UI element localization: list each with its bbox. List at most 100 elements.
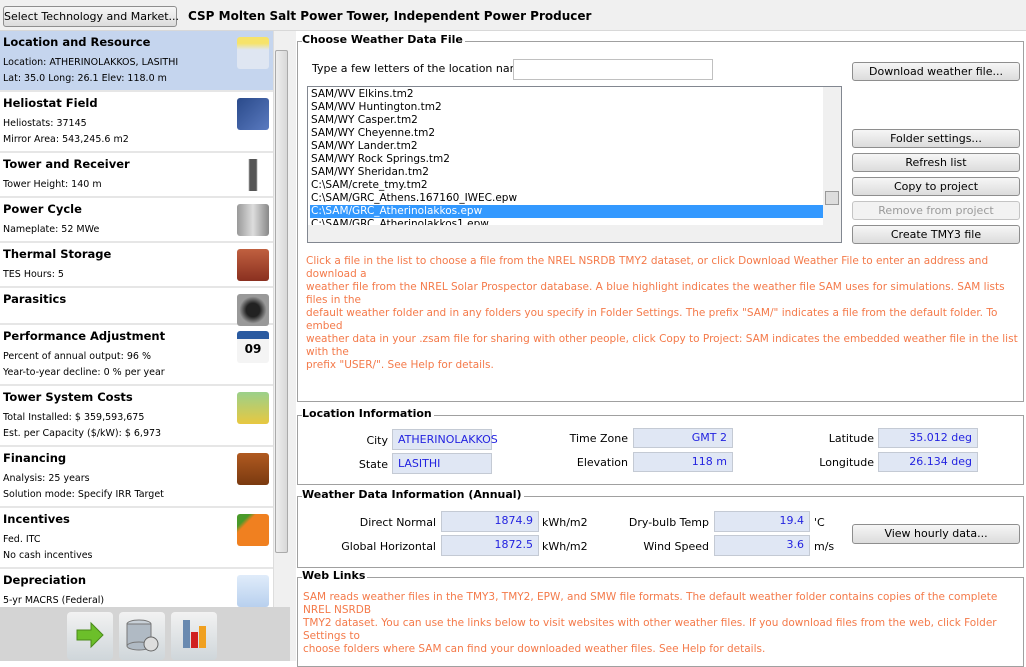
web-links-legend: Web Links (302, 569, 368, 582)
web-links-help: SAM reads weather files in the TMY3, TMY… (303, 591, 1026, 656)
run-arrow-icon (76, 621, 104, 649)
sidebar-item-title: Heliostat Field (3, 96, 98, 110)
weather-file-list: SAM/WV Elkins.tm2 SAM/WV Huntington.tm2 SA… (307, 86, 842, 243)
city-label: City (366, 434, 388, 447)
weather-file-legend: Choose Weather Data File (302, 33, 465, 46)
briefcase-icon (237, 453, 269, 485)
search-label: Type a few letters of the location name: (312, 62, 531, 75)
sidebar-item-title: Depreciation (3, 573, 87, 587)
sidebar-item-performance-adjustment[interactable]: Performance Adjustment Percent of annual … (0, 325, 273, 386)
list-item[interactable]: C:\SAM/GRC_Atherinolakkos.epw (310, 205, 823, 218)
sidebar-item-financing[interactable]: Financing Analysis: 25 years Solution mode… (0, 447, 273, 508)
sidebar-item-title: Financing (3, 451, 67, 465)
location-legend: Location Information (302, 407, 434, 420)
list-item[interactable]: SAM/WY Lander.tm2 (310, 140, 823, 153)
sidebar-item-thermal-storage[interactable]: Thermal Storage TES Hours: 5 (0, 243, 273, 288)
select-technology-button[interactable]: Select Technology and Market... (3, 6, 179, 27)
list-vertical-scrollbar[interactable] (823, 87, 841, 225)
sidebar-item-incentives[interactable]: Incentives Fed. ITC No cash incentives (0, 508, 273, 569)
remove-from-project-button[interactable]: Remove from project (852, 201, 1020, 220)
sidebar-item-detail: Fed. ITC (3, 534, 41, 545)
help-line: default weather folder and in any folder… (306, 307, 998, 332)
results-button[interactable] (171, 612, 217, 660)
run-button[interactable] (67, 612, 113, 660)
sidebar-item-detail: 5-yr MACRS (Federal) (3, 595, 105, 606)
elevation-label: Elevation (576, 456, 628, 469)
drybulb-value: 19.4 (714, 511, 810, 532)
sidebar-item-detail: TES Hours: 5 (3, 269, 64, 280)
location-group: Location Information (297, 407, 1024, 485)
help-line: weather data in your .zsam file for shar… (306, 333, 1018, 358)
tower-icon (237, 159, 269, 191)
bottom-toolbar (0, 607, 290, 661)
download-weather-file-button[interactable]: Download weather file... (852, 62, 1020, 81)
sidebar-item-tower-system-costs[interactable]: Tower System Costs Total Installed: $ 359… (0, 386, 273, 447)
sidebar-item-title: Thermal Storage (3, 247, 112, 261)
sidebar-item-tower-and-receiver[interactable]: Tower and Receiver Tower Height: 140 m (0, 153, 273, 198)
sidebar-item-detail: Nameplate: 52 MWe (3, 224, 100, 235)
location-search-input[interactable] (513, 59, 713, 80)
sidebar-item-detail: Percent of annual output: 96 % (3, 351, 151, 362)
longitude-value: 26.134 deg (878, 452, 978, 472)
copy-to-project-button[interactable]: Copy to project (852, 177, 1020, 196)
latitude-label: Latitude (828, 432, 874, 445)
direct-normal-label: Direct Normal (359, 516, 436, 529)
latitude-value: 35.012 deg (878, 428, 978, 448)
sidebar-item-title: Tower and Receiver (3, 157, 130, 171)
sidebar-item-detail: Solution mode: Specify IRR Target (3, 489, 164, 500)
sidebar-item-detail: Total Installed: $ 359,593,675 (3, 412, 145, 423)
sidebar-item-power-cycle[interactable]: Power Cycle Nameplate: 52 MWe (0, 198, 273, 243)
list-item[interactable]: C:\SAM/GRC_Athens.167160_IWEC.epw (310, 192, 823, 205)
create-tmy3-button[interactable]: Create TMY3 file (852, 225, 1020, 244)
top-bar: Select Technology and Market... CSP Molt… (0, 0, 1026, 31)
list-item[interactable]: SAM/WV Elkins.tm2 (310, 88, 823, 101)
sidebar-item-detail: Heliostats: 37145 (3, 118, 87, 129)
database-gear-icon (126, 619, 159, 652)
wind-speed-value: 3.6 (714, 535, 810, 556)
sidebar-item-detail: Tower Height: 140 m (3, 179, 102, 190)
list-item[interactable]: SAM/WY Casper.tm2 (310, 114, 823, 127)
wind-speed-label: Wind Speed (643, 540, 709, 553)
help-line: weather file from the NREL Solar Prospec… (306, 281, 1005, 306)
sidebar-scrollbar-thumb[interactable] (275, 50, 288, 553)
sidebar-item-detail: Est. per Capacity ($/kW): $ 6,973 (3, 428, 162, 439)
sidebar-item-heliostat-field[interactable]: Heliostat Field Heliostats: 37145 Mirror A… (0, 92, 273, 153)
turbine-icon (237, 204, 269, 236)
sidebar-item-parasitics[interactable]: Parasitics (0, 288, 273, 326)
folder-settings-button[interactable]: Folder settings... (852, 129, 1020, 148)
help-line: Click a file in the list to choose a fil… (306, 255, 989, 280)
direct-normal-value: 1874.9 (441, 511, 539, 532)
list-item[interactable]: C:\SAM/crete_tmy.tm2 (310, 179, 823, 192)
calendar-day: 09 (244, 342, 262, 356)
list-item[interactable]: SAM/WV Huntington.tm2 (310, 101, 823, 114)
sidebar: Location and Resource Location: ATHERINOL… (0, 31, 273, 607)
list-item[interactable]: SAM/WY Rock Springs.tm2 (310, 153, 823, 166)
list-horizontal-scrollbar[interactable] (308, 225, 841, 242)
pipe-icon (237, 294, 269, 326)
list-item[interactable]: SAM/WY Cheyenne.tm2 (310, 127, 823, 140)
sidebar-item-title: Performance Adjustment (3, 329, 166, 343)
sidebar-item-depreciation[interactable]: Depreciation 5-yr MACRS (Federal) (0, 569, 273, 607)
sidebar-item-title: Incentives (3, 512, 70, 526)
sidebar-item-title: Power Cycle (3, 202, 82, 216)
view-hourly-data-button[interactable]: View hourly data... (852, 524, 1020, 544)
database-button[interactable] (119, 612, 165, 660)
drybulb-label: Dry-bulb Temp (628, 516, 709, 529)
weather-cloud-sun-icon (237, 37, 269, 69)
splitter[interactable] (290, 31, 296, 661)
sidebar-item-detail: Analysis: 25 years (3, 473, 90, 484)
help-line: prefix "USER/". See Help for details. (306, 359, 494, 371)
list-scroll-thumb[interactable] (825, 191, 839, 205)
global-horizontal-label: Global Horizontal (341, 540, 436, 553)
sidebar-item-title: Tower System Costs (3, 390, 133, 404)
solar-panel-icon (237, 98, 269, 130)
sidebar-item-location-and-resource[interactable]: Location and Resource Location: ATHERINOL… (0, 31, 273, 92)
list-item[interactable]: SAM/WY Sheridan.tm2 (310, 166, 823, 179)
calendar-icon: 09 (237, 331, 269, 363)
sidebar-item-detail: Lat: 35.0 Long: 26.1 Elev: 118.0 m (3, 73, 167, 84)
city-value: ATHERINOLAKKOS (392, 429, 498, 450)
longitude-label: Longitude (819, 456, 874, 469)
global-horizontal-value: 1872.5 (441, 535, 539, 556)
sidebar-item-detail: Mirror Area: 543,245.6 m2 (3, 134, 129, 145)
refresh-list-button[interactable]: Refresh list (852, 153, 1020, 172)
